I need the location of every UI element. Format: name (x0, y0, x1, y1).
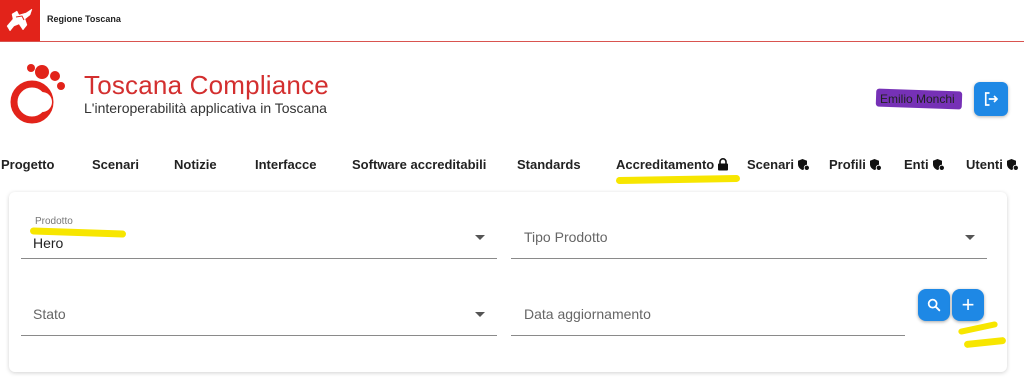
nav-item-utenti[interactable]: Utenti (966, 157, 1019, 172)
chevron-down-icon (475, 312, 485, 317)
nav-item-label: Standards (517, 157, 581, 172)
nav-item-label: Utenti (966, 157, 1003, 172)
nav-item-standards[interactable]: Standards (517, 157, 581, 172)
nav-item-label: Interfacce (255, 157, 317, 172)
prodotto-label: Prodotto (35, 216, 73, 227)
nav-item-label: Enti (904, 157, 929, 172)
nav-item-label: Progetto (1, 157, 55, 172)
region-topbar: Regione Toscana (0, 0, 1024, 42)
nav-item-notizie[interactable]: Notizie (174, 157, 217, 172)
toscana-compliance-logo (10, 64, 65, 124)
nav-item-label: Software accreditabili (352, 157, 487, 172)
nav-item-profili[interactable]: Profili (829, 157, 882, 172)
main-nav: Progetto Scenari Notizie Interfacce Soft… (0, 150, 1024, 180)
brand-subtitle: L'interoperabilità applicativa in Toscan… (84, 100, 327, 116)
pegasus-icon (6, 8, 33, 32)
nav-item-label: Profili (829, 157, 866, 172)
nav-item-accreditamento[interactable]: Accreditamento (616, 157, 729, 172)
prodotto-select[interactable]: Prodotto Hero (21, 216, 497, 259)
nav-item-label: Scenari (92, 157, 139, 172)
nav-item-software-accreditabili[interactable]: Software accreditabili (352, 157, 486, 172)
search-button[interactable] (918, 289, 950, 321)
nav-item-enti[interactable]: Enti (904, 157, 945, 172)
data-aggiornamento-field[interactable]: Data aggiornamento (511, 295, 905, 336)
admin-shield-icon (797, 159, 810, 171)
nav-item-label: Scenari (747, 157, 794, 172)
nav-item-label: Notizie (174, 157, 217, 172)
chevron-down-icon (965, 235, 975, 240)
stato-placeholder: Stato (33, 306, 66, 322)
nav-item-label: Accreditamento (616, 157, 715, 172)
nav-item-progetto[interactable]: Progetto (1, 157, 54, 172)
admin-shield-icon (932, 159, 945, 171)
add-button[interactable]: + (952, 289, 984, 321)
logout-icon (984, 92, 999, 106)
search-icon (927, 298, 941, 312)
brand-title: Toscana Compliance (84, 70, 329, 100)
nav-item-scenari-admin[interactable]: Scenari (747, 157, 810, 172)
nav-item-interfacce[interactable]: Interfacce (255, 157, 316, 172)
prodotto-value: Hero (33, 235, 64, 251)
chevron-down-icon (475, 235, 485, 240)
nav-item-scenari[interactable]: Scenari (92, 157, 139, 172)
user-name: Emilio Monchi (880, 92, 955, 106)
lock-icon (718, 158, 729, 171)
plus-icon: + (961, 292, 975, 317)
data-aggiornamento-placeholder: Data aggiornamento (524, 306, 651, 322)
active-tab-highlight (615, 174, 741, 185)
stato-select[interactable]: Stato (21, 295, 497, 336)
region-logo[interactable] (0, 0, 40, 41)
region-name[interactable]: Regione Toscana (47, 14, 121, 24)
tipo-prodotto-select[interactable]: Tipo Prodotto (511, 218, 987, 259)
admin-shield-icon (1006, 159, 1019, 171)
admin-shield-icon (869, 159, 882, 171)
tipo-prodotto-placeholder: Tipo Prodotto (524, 229, 608, 245)
logout-button[interactable] (974, 82, 1008, 116)
